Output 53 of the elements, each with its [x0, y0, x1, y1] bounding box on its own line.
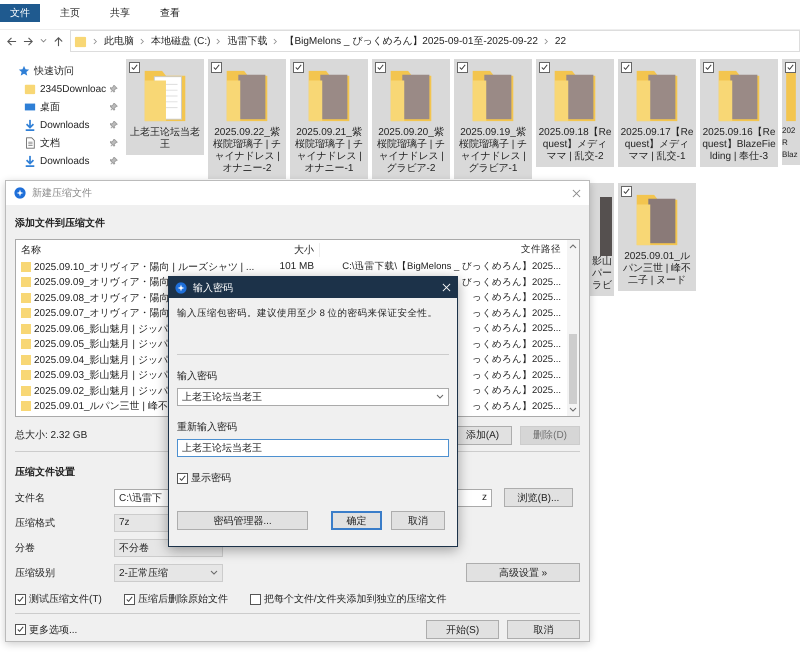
description-text: 输入压缩包密码。建议使用至少 8 位的密码来保证安全性。 — [177, 307, 439, 320]
folder-name: 2025.09.21_紫桜院瑠璃子 | チャイナドレス | オナニー-1 — [294, 127, 364, 175]
section-heading: 添加文件到压缩文件 — [15, 216, 105, 230]
file-name: 2025.09.01_ルパン三世 | 峰不 — [34, 400, 168, 414]
window-title: 输入密码 — [193, 282, 234, 294]
folder-name: 2025.09.16【Request】BlazeFielding | 奉仕-3 — [702, 127, 776, 163]
checkbox-label: 更多选项... — [29, 624, 78, 636]
folder-name-fragment: 影山 — [592, 256, 612, 268]
field-label: 压缩格式 — [15, 516, 56, 530]
checkbox-label: 显示密码 — [191, 472, 231, 485]
file-path: っくめろん】2025... — [472, 400, 561, 412]
field-label: 分卷 — [15, 542, 36, 554]
file-path: っくめろん】2025... — [472, 385, 561, 396]
field-label: 输入密码 — [177, 370, 218, 383]
file-size: 101 MB — [280, 261, 314, 272]
folder-name-fragment: Blaz — [782, 149, 798, 161]
folder-name: 2025.09.17【Request】メディママ | 乱交-1 — [620, 127, 694, 163]
file-path: っくめろん】2025... — [472, 354, 561, 366]
folder-name: 2025.09.19_紫桜院瑠璃子 | チャイナドレス | グラビア-1 — [458, 127, 528, 175]
folder-name: 上老王论坛当老王 — [129, 127, 201, 151]
checkbox-label: 测试压缩文件(T) — [29, 592, 102, 606]
file-name: 2025.09.09_オリヴィア・陽向 — [34, 276, 170, 290]
file-name: 2025.09.03_影山魅月 | ジッパ — [34, 368, 168, 382]
folder-name: 2025.09.22_紫桜院瑠璃子 | チャイナドレス | オナニー-2 — [212, 127, 282, 175]
field-label: 压缩级别 — [15, 566, 56, 580]
folder-name-fragment: パー — [592, 268, 612, 280]
window-title: 新建压缩文件 — [32, 186, 93, 200]
file-name: 2025.09.08_オリヴィア・陽向 — [34, 292, 170, 305]
field-label: 重新输入密码 — [177, 420, 238, 434]
folder-name-fragment: ラビ — [592, 280, 612, 292]
checkbox-label: 把每个文件/文件夹添加到独立的压缩文件 — [264, 592, 447, 606]
file-path: C:\迅雷下载\【BigMelons _ びっくめろん】2025... — [342, 261, 561, 272]
file-path: っくめろん】2025... — [472, 338, 561, 350]
section-heading: 压缩文件设置 — [15, 466, 75, 479]
folder-name-fragment: 202 — [782, 125, 796, 137]
file-name: 2025.09.04_影山魅月 | ジッパ — [34, 354, 168, 367]
total-size: 总大小: 2.32 GB — [15, 428, 88, 442]
folder-name: 2025.09.01_ルパン三世 | 峰不二子 | ヌード — [622, 251, 692, 287]
file-name: 2025.09.06_影山魅月 | ジッパ — [34, 322, 168, 336]
folder-name: 2025.09.20_紫桜院瑠璃子 | チャイナドレス | グラビア-2 — [376, 127, 446, 175]
field-label: 文件名 — [15, 492, 46, 504]
file-name: 2025.09.05_影山魅月 | ジッパ — [34, 338, 168, 352]
file-name: 2025.09.02_影山魅月 | ジッパ — [34, 384, 168, 398]
folder-name-fragment: R — [782, 137, 788, 149]
file-path: っくめろん】2025... — [472, 370, 561, 381]
folder-name: 2025.09.18【Request】メディママ | 乱交-2 — [538, 127, 612, 163]
file-path: っくめろん】2025... — [472, 323, 561, 334]
file-path: っくめろん】2025... — [472, 308, 561, 319]
file-path: っくめろん】2025... — [472, 292, 561, 304]
file-path: びっくめろん】2025... — [462, 276, 561, 288]
checkbox-label: 压缩后删除原始文件 — [138, 592, 228, 606]
file-name: 2025.09.10_オリヴィア・陽向 | ルーズシャツ | ... — [34, 260, 254, 274]
file-name: 2025.09.07_オリヴィア・陽向 — [34, 307, 170, 320]
